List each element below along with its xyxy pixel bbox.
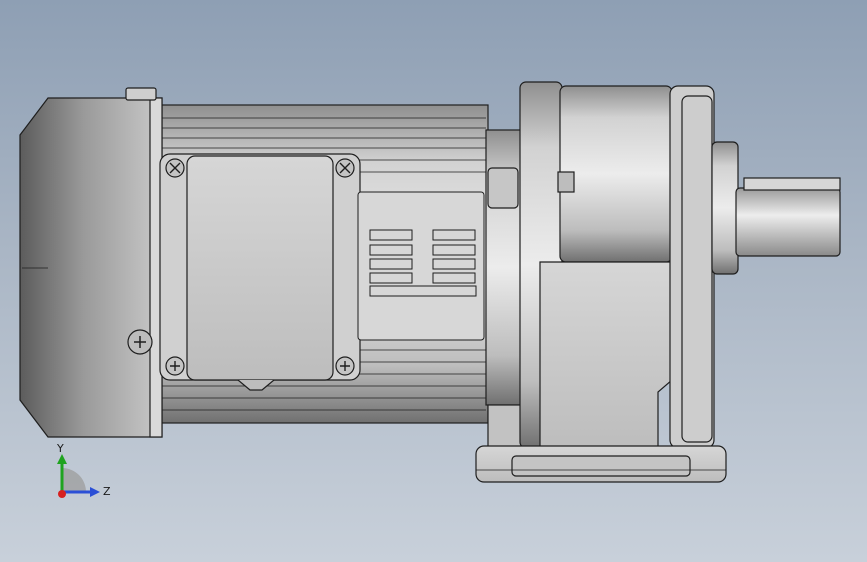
- shaft-key: [743, 177, 841, 191]
- gear-motor-model[interactable]: [0, 0, 867, 562]
- z-axis-label: Z: [103, 485, 111, 498]
- lifting-bolt: [125, 87, 157, 101]
- nameplate: [357, 191, 485, 341]
- output-shaft[interactable]: [711, 141, 841, 275]
- motor-flange[interactable]: [485, 129, 523, 451]
- graphics-viewport[interactable]: Y Z: [0, 0, 867, 562]
- mounting-base[interactable]: [475, 445, 727, 483]
- y-axis-label: Y: [57, 442, 64, 455]
- triad-axes: [57, 454, 100, 498]
- x-axis-origin: [58, 490, 66, 498]
- triad-quarter-arc: [62, 468, 86, 492]
- terminal-box[interactable]: [159, 153, 361, 391]
- fan-cover[interactable]: [19, 87, 163, 438]
- y-axis-arrow: [57, 454, 67, 464]
- gearbox-housing[interactable]: [519, 81, 715, 449]
- z-axis-arrow: [90, 487, 100, 497]
- reference-triad: Y Z: [40, 440, 120, 510]
